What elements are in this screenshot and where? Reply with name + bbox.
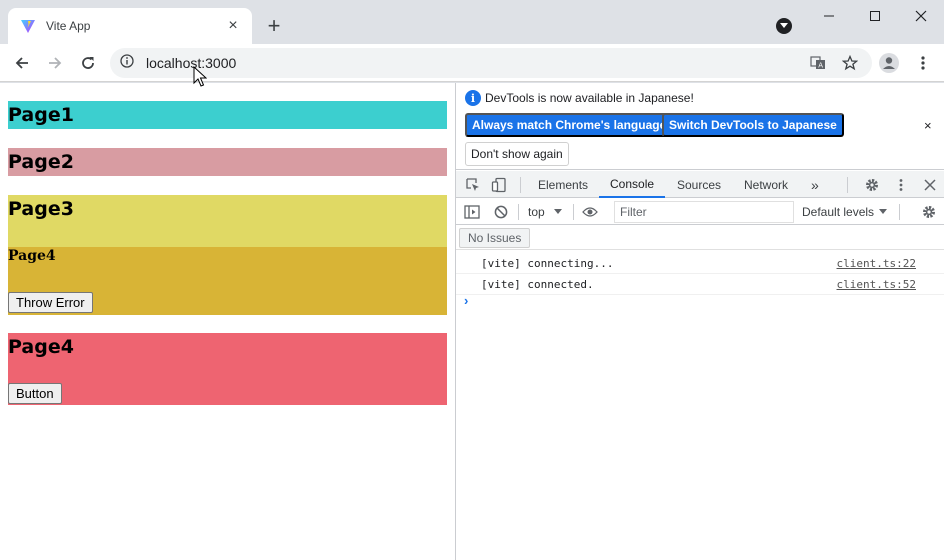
- translate-icon[interactable]: A: [806, 51, 830, 75]
- info-circle-icon[interactable]: [120, 53, 134, 73]
- page4-nested-section: Page4 Throw Error: [8, 247, 447, 315]
- page2-section: Page2: [8, 148, 447, 176]
- separator: [899, 204, 900, 220]
- match-language-button[interactable]: Always match Chrome's language: [465, 113, 674, 137]
- filter-input[interactable]: Filter: [614, 201, 794, 223]
- browser-toolbar: localhost:3000 A: [0, 44, 944, 82]
- page-viewport: Page1 Page2 Page3 Page4 Throw Error Page…: [0, 83, 455, 560]
- mouse-cursor-icon: [193, 66, 207, 87]
- tab-network[interactable]: Network: [744, 171, 788, 198]
- log-source-link[interactable]: client.ts:52: [837, 278, 916, 291]
- issues-bar: No Issues: [456, 226, 944, 250]
- page1-section: Page1: [8, 101, 447, 129]
- browser-tab[interactable]: Vite App ×: [8, 8, 252, 44]
- separator: [520, 177, 521, 193]
- page2-heading: Page2: [8, 151, 74, 173]
- window-close-icon[interactable]: [904, 4, 938, 28]
- tab-elements[interactable]: Elements: [538, 171, 588, 198]
- address-bar[interactable]: localhost:3000: [110, 48, 872, 78]
- page4-section: Page4 Button: [8, 333, 447, 405]
- context-selector[interactable]: top: [528, 205, 545, 219]
- page3-heading: Page3: [8, 198, 74, 220]
- sidebar-toggle-icon[interactable]: [463, 203, 481, 221]
- separator: [518, 204, 519, 220]
- log-message: [vite] connecting...: [481, 257, 614, 270]
- console-prompt[interactable]: ›: [464, 293, 468, 308]
- clear-console-icon[interactable]: [492, 203, 510, 221]
- kebab-menu-icon[interactable]: [911, 51, 935, 75]
- log-levels-dropdown[interactable]: Default levels: [802, 205, 874, 219]
- devtools-tabstrip: Elements Console Sources Network »: [456, 171, 944, 198]
- reload-icon[interactable]: [75, 50, 101, 76]
- minimize-icon[interactable]: [812, 4, 846, 28]
- plus-icon[interactable]: +: [262, 14, 286, 38]
- language-infobar: i DevTools is now available in Japanese!…: [456, 83, 944, 170]
- dont-show-again-button[interactable]: Don't show again: [465, 142, 569, 166]
- tab-console[interactable]: Console: [599, 171, 666, 198]
- filter-placeholder: Filter: [620, 205, 647, 219]
- log-source-link[interactable]: client.ts:22: [837, 257, 916, 270]
- gear-icon[interactable]: [920, 203, 938, 221]
- devtools-panel: i DevTools is now available in Japanese!…: [455, 83, 944, 560]
- infobar-message: DevTools is now available in Japanese!: [485, 91, 694, 105]
- page1-heading: Page1: [8, 104, 74, 126]
- kebab-menu-icon[interactable]: [892, 176, 910, 194]
- tab-title: Vite App: [46, 19, 91, 33]
- console-log-row: [vite] connecting... client.ts:22: [456, 253, 944, 274]
- close-devtools-icon[interactable]: [921, 176, 939, 194]
- profile-menu-icon[interactable]: [776, 18, 792, 34]
- more-tabs-icon[interactable]: »: [811, 171, 819, 198]
- inspect-element-icon[interactable]: [464, 176, 482, 194]
- info-icon: i: [465, 90, 481, 106]
- chevron-down-icon[interactable]: [549, 203, 567, 221]
- close-icon[interactable]: ×: [924, 118, 932, 133]
- device-toolbar-icon[interactable]: [490, 176, 508, 194]
- separator: [847, 177, 848, 193]
- throw-error-button[interactable]: Throw Error: [8, 292, 93, 313]
- tab-sources[interactable]: Sources: [677, 171, 721, 198]
- profile-icon[interactable]: [877, 51, 901, 75]
- page3-section: Page3 Page4 Throw Error: [8, 195, 447, 315]
- page4-button[interactable]: Button: [8, 383, 62, 404]
- svg-text:A: A: [818, 62, 823, 70]
- close-icon[interactable]: ×: [224, 17, 242, 35]
- page4-heading: Page4: [8, 336, 74, 358]
- vite-logo-icon: [20, 18, 36, 34]
- forward-arrow-icon[interactable]: [42, 50, 68, 76]
- log-message: [vite] connected.: [481, 278, 594, 291]
- console-log-row: [vite] connected. client.ts:52: [456, 274, 944, 295]
- chevron-down-icon[interactable]: [874, 203, 892, 221]
- no-issues-button[interactable]: No Issues: [459, 228, 531, 248]
- url-text: localhost:3000: [146, 55, 237, 71]
- browser-titlebar: Vite App × +: [0, 0, 944, 44]
- star-icon[interactable]: [838, 51, 862, 75]
- page4-nested-heading: Page4: [8, 248, 56, 264]
- eye-icon[interactable]: [581, 203, 599, 221]
- separator: [573, 204, 574, 220]
- gear-icon[interactable]: [863, 176, 881, 194]
- console-toolbar: top Filter Default levels: [456, 199, 944, 225]
- switch-language-button[interactable]: Switch DevTools to Japanese: [662, 113, 844, 137]
- maximize-icon[interactable]: [858, 4, 892, 28]
- back-arrow-icon[interactable]: [9, 50, 35, 76]
